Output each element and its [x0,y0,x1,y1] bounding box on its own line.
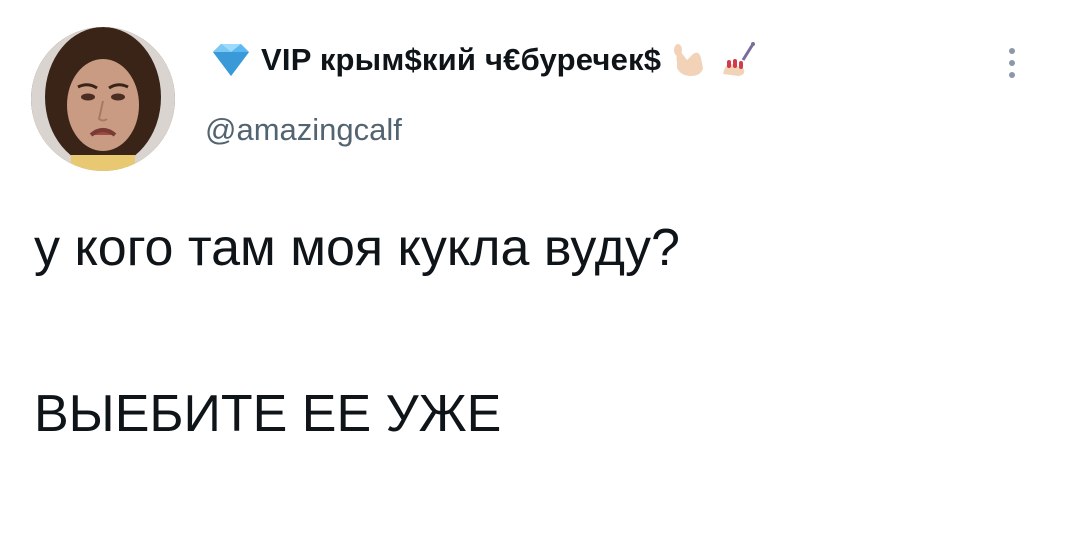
tweet-text-line-1: у кого там моя кукла вуду? [34,219,680,277]
tweet-card: VIP крым$кий ч€буречек$ @amazingcalf у к… [0,0,1073,542]
avatar-face-image [31,27,175,171]
avatar[interactable] [31,27,175,171]
nail-polish-icon [717,40,757,80]
diamond-icon [205,40,257,80]
dot-icon [1009,48,1015,54]
dot-icon [1009,72,1015,78]
tweet-text-line-2: ВЫЕБИТЕ ЕЕ УЖЕ [34,385,502,443]
tweet-header: VIP крым$кий ч€буречек$ @amazingcalf [205,40,1033,150]
more-options-button[interactable] [1005,48,1019,88]
dot-icon [1009,60,1015,66]
call-me-hand-icon [669,40,709,80]
user-handle[interactable]: @amazingcalf [205,112,402,148]
display-name[interactable]: VIP крым$кий ч€буречек$ [261,42,661,78]
name-row: VIP крым$кий ч€буречек$ [205,40,757,80]
